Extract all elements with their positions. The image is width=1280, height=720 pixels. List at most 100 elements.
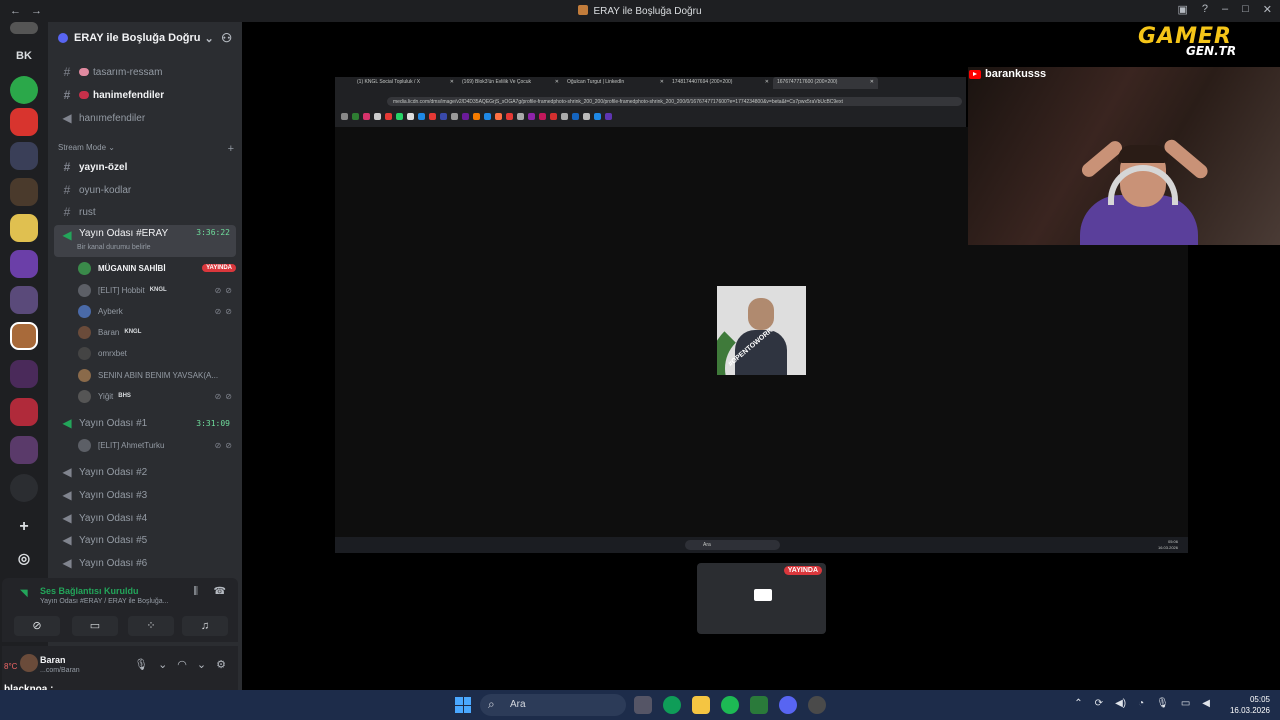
- discord-icon[interactable]: [779, 696, 797, 714]
- voice-channel-yayin-4[interactable]: ◀ Yayın Odası #4: [54, 508, 236, 528]
- invite-icon[interactable]: ⚇: [221, 31, 232, 45]
- app-icon[interactable]: [808, 696, 826, 714]
- chevron-up-icon[interactable]: ⌃: [1074, 698, 1082, 709]
- discover-icon[interactable]: ◎: [10, 550, 38, 567]
- network-icon[interactable]: ◔: [1138, 698, 1144, 709]
- task-view-icon[interactable]: [634, 696, 652, 714]
- voice-user[interactable]: SENIN ABIN BENIM YAVSAK(A...: [78, 367, 236, 383]
- file-explorer-icon[interactable]: [692, 696, 710, 714]
- voice-connection-panel: ◥ Ses Bağlantısı Kuruldu Yayın Odası #ER…: [2, 578, 238, 642]
- channel-yayin-ozel[interactable]: # yayın-özel: [54, 157, 236, 177]
- speaker-icon: ◀: [62, 488, 72, 502]
- voice-channel-yayin-3[interactable]: ◀ Yayın Odası #3: [54, 485, 236, 505]
- voice-user[interactable]: omrxbet: [78, 345, 236, 361]
- server-icon-active[interactable]: [10, 322, 38, 350]
- server-icon[interactable]: [10, 474, 38, 502]
- channel-status[interactable]: Bir kanal durumu belirle: [77, 244, 151, 251]
- voice-channel-yayin-2[interactable]: ◀ Yayın Odası #2: [54, 462, 236, 482]
- soundboard-button[interactable]: ♫: [182, 616, 228, 636]
- stream-preview-thumbnail[interactable]: YAYINDA: [697, 563, 826, 634]
- server-icon[interactable]: [10, 398, 38, 426]
- server-folder[interactable]: [10, 250, 38, 278]
- voice-user[interactable]: [ELIT] AhmetTurku ⊘⊘: [78, 437, 236, 453]
- server-initials[interactable]: BK: [10, 50, 38, 62]
- headphones-icon[interactable]: ◠: [177, 658, 187, 671]
- voice-user[interactable]: Yiğit BHS ⊘⊘: [78, 388, 236, 404]
- bookmark-icon: [407, 113, 414, 120]
- help-icon[interactable]: ?: [1202, 3, 1208, 16]
- minimize-button[interactable]: –: [1222, 3, 1228, 16]
- chevron-down-icon[interactable]: ⌄: [197, 658, 206, 671]
- add-channel-icon[interactable]: +: [228, 143, 234, 155]
- category-stream-mode[interactable]: Stream Mode ⌄ +: [58, 143, 234, 155]
- browser-tab-active[interactable]: 1676747717600 (200×200) ✕: [773, 77, 878, 89]
- maximize-button[interactable]: □: [1242, 3, 1249, 16]
- volume-icon[interactable]: ◀): [1115, 698, 1126, 709]
- display-icon[interactable]: ▭: [1181, 698, 1190, 709]
- channel-rust[interactable]: # rust: [54, 202, 236, 222]
- screen-share-button[interactable]: ▭: [72, 616, 118, 636]
- sync-icon[interactable]: ⟳: [1095, 698, 1103, 709]
- server-folder[interactable]: [10, 214, 38, 242]
- forward-arrow-icon[interactable]: →: [31, 5, 42, 17]
- speaker-icon[interactable]: ◀: [1202, 698, 1210, 709]
- add-server-icon[interactable]: +: [10, 518, 38, 536]
- title-bar: ← → ERAY ile Boşluğa Doğru ▣ ? – □ ✕: [0, 0, 1280, 22]
- camera-button[interactable]: ⊘: [14, 616, 60, 636]
- inbox-icon[interactable]: ▣: [1177, 3, 1187, 16]
- microphone-icon[interactable]: 🎙: [1156, 698, 1169, 709]
- server-folder[interactable]: [10, 436, 38, 464]
- app-icon[interactable]: [750, 696, 768, 714]
- profile-photo: #OPENTOWORK: [717, 286, 806, 375]
- avatar[interactable]: [20, 654, 38, 672]
- muted-deafened-icon: ⊘⊘: [214, 391, 236, 401]
- browser-tab[interactable]: (169) Blok3'ün Evlilik Ve Çocuk ✕: [458, 77, 563, 89]
- avatar: [78, 346, 91, 360]
- start-button[interactable]: [455, 697, 471, 713]
- noise-suppression-icon[interactable]: ⫼: [193, 586, 198, 597]
- speaker-icon: ◀: [62, 416, 72, 430]
- server-folder[interactable]: [10, 286, 38, 314]
- server-folder[interactable]: [10, 360, 38, 388]
- close-button[interactable]: ✕: [1263, 3, 1272, 16]
- voice-channel-hanimefendiler[interactable]: ◀ hanımefendiler: [54, 108, 236, 128]
- edge-icon[interactable]: [663, 696, 681, 714]
- microphone-icon[interactable]: 🎙: [134, 658, 148, 671]
- voice-user[interactable]: [ELIT] Hobbit KNGL ⊘⊘: [78, 282, 236, 298]
- voice-channel-yayin-6[interactable]: ◀ Yayın Odası #6: [54, 553, 236, 573]
- speaker-icon: ◀: [62, 465, 72, 479]
- browser-tab[interactable]: 1748174407694 (200×200) ✕: [668, 77, 773, 89]
- channel-hanimefendiler[interactable]: # hanimefendiler: [54, 85, 236, 105]
- channel-oyun-kodlar[interactable]: # oyun-kodlar: [54, 180, 236, 200]
- server-folder[interactable]: [10, 178, 38, 206]
- chevron-down-icon: ⌄: [204, 32, 214, 45]
- heart-icon: [79, 91, 89, 99]
- disconnect-icon[interactable]: ☎: [214, 586, 226, 597]
- channel-tasarim[interactable]: # tasarım-ressam: [54, 62, 236, 82]
- taskbar-search[interactable]: ⌕ Ara: [480, 694, 626, 716]
- server-icon[interactable]: [10, 22, 38, 34]
- activities-button[interactable]: ⁘: [128, 616, 174, 636]
- chevron-down-icon[interactable]: ⌄: [158, 658, 167, 671]
- server-folder[interactable]: [10, 142, 38, 170]
- speaker-icon: ◀: [62, 111, 72, 125]
- browser-tab[interactable]: Oğulcan Turgut | LinkedIn ✕: [563, 77, 668, 89]
- browser-tab[interactable]: (1) KNGL Social Topluluk / X ✕: [353, 77, 458, 89]
- hash-icon: #: [63, 183, 71, 197]
- clock[interactable]: 05:05 16.03.2026: [1230, 694, 1270, 716]
- spotify-icon[interactable]: [721, 696, 739, 714]
- voice-channel-yayin-1[interactable]: ◀ Yayın Odası #1 3:31:09: [54, 413, 236, 433]
- back-arrow-icon[interactable]: ←: [10, 5, 21, 17]
- server-header[interactable]: ERAY ile Boşluğa Doğru ⌄ ⚇: [48, 22, 242, 54]
- settings-gear-icon[interactable]: ⚙: [216, 658, 226, 671]
- server-icon[interactable]: [10, 76, 38, 104]
- avatar: [78, 368, 91, 382]
- voice-user[interactable]: Baran KNGL: [78, 324, 236, 340]
- bookmark-icon: [363, 113, 370, 120]
- voice-user[interactable]: Ayberk ⊘⊘: [78, 303, 236, 319]
- voice-channel-yayin-eray[interactable]: ◀ Yayın Odası #ERAY 3:36:22: [54, 225, 236, 257]
- voice-user[interactable]: MÜGANIN SAHİBİ YAYINDA: [78, 260, 236, 276]
- server-icon[interactable]: [10, 108, 38, 136]
- user-controls: 🎙 ⌄ ◠ ⌄ ⚙: [134, 658, 226, 671]
- voice-channel-yayin-5[interactable]: ◀ Yayın Odası #5: [54, 530, 236, 550]
